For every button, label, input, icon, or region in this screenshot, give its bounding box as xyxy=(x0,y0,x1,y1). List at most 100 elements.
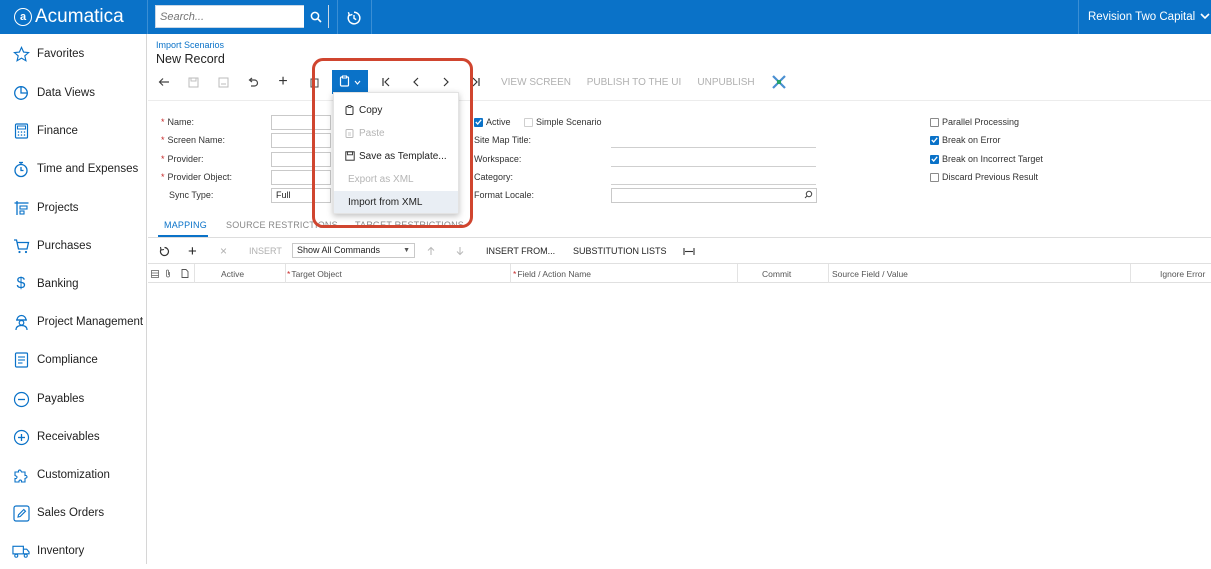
save-close-icon[interactable] xyxy=(214,70,232,94)
sidebar-item-projects[interactable]: Projects xyxy=(0,190,147,226)
menu-item-save-as-template[interactable]: Save as Template... xyxy=(334,145,458,167)
sidebar-item-data-views[interactable]: Data Views xyxy=(0,75,147,111)
copy-icon xyxy=(344,105,355,115)
search-box[interactable] xyxy=(155,5,329,28)
provider-field[interactable] xyxy=(271,152,331,167)
format-locale-field[interactable] xyxy=(611,188,817,203)
undo-icon[interactable] xyxy=(244,70,262,94)
minus-circle-icon xyxy=(12,390,30,408)
name-label: * Name: xyxy=(161,117,195,127)
brand-name: Acumatica xyxy=(35,6,124,27)
plus-circle-icon xyxy=(12,428,30,446)
sidebar-item-favorites[interactable]: Favorites xyxy=(0,36,147,72)
site-map-title-field[interactable] xyxy=(611,147,816,148)
name-field[interactable] xyxy=(271,115,331,130)
insert-button[interactable]: INSERT xyxy=(249,242,282,260)
insert-from-button[interactable]: INSERT FROM... xyxy=(486,242,555,260)
break-on-error-checkbox[interactable]: Break on Error xyxy=(930,135,1001,145)
customization-icon[interactable] xyxy=(768,70,790,94)
sidebar-item-label: Projects xyxy=(37,202,79,214)
add-row-icon[interactable]: + xyxy=(188,242,197,260)
tab-mapping[interactable]: MAPPING xyxy=(164,220,207,230)
column-separator xyxy=(828,264,829,283)
history-icon[interactable] xyxy=(343,7,365,29)
menu-item-label: Save as Template... xyxy=(359,150,447,162)
column-active[interactable]: Active xyxy=(221,264,244,283)
first-record-icon[interactable] xyxy=(378,70,394,94)
sidebar-item-label: Project Management xyxy=(37,316,144,328)
sidebar-item-sales-orders[interactable]: Sales Orders xyxy=(0,495,147,531)
parallel-processing-checkbox[interactable]: Parallel Processing xyxy=(930,117,1019,127)
category-field[interactable] xyxy=(611,184,816,185)
row-selector-icon[interactable] xyxy=(151,264,159,283)
tab-target-restrictions[interactable]: TARGET RESTRICTIONS xyxy=(355,220,464,230)
sidebar-item-purchases[interactable]: Purchases xyxy=(0,228,147,264)
column-source-field-value[interactable]: Source Field / Value xyxy=(832,264,908,283)
menu-item-copy[interactable]: Copy xyxy=(334,99,458,121)
sidebar-item-label: Banking xyxy=(37,278,79,290)
refresh-icon[interactable] xyxy=(159,242,170,260)
move-down-icon[interactable] xyxy=(456,242,464,260)
screen-name-field[interactable] xyxy=(271,133,331,148)
checkbox-checked-icon xyxy=(474,117,483,127)
substitution-lists-button[interactable]: SUBSTITUTION LISTS xyxy=(573,242,667,260)
view-screen-button[interactable]: VIEW SCREEN xyxy=(500,70,572,94)
save-icon[interactable] xyxy=(184,70,202,94)
sidebar-item-banking[interactable]: $ Banking xyxy=(0,266,147,302)
search-input[interactable] xyxy=(156,6,306,27)
note-icon[interactable] xyxy=(181,264,189,283)
attachment-icon[interactable] xyxy=(165,264,171,283)
delete-icon[interactable] xyxy=(308,70,320,94)
grid-header: Active * Target Object * Field / Action Na… xyxy=(148,263,1211,283)
breadcrumb[interactable]: Import Scenarios xyxy=(156,40,224,50)
delete-row-icon[interactable]: × xyxy=(220,242,227,260)
search-icon[interactable] xyxy=(804,190,813,203)
workspace-field[interactable] xyxy=(611,166,816,167)
commands-select[interactable]: Show All Commands ▼ xyxy=(292,243,415,258)
break-on-incorrect-target-checkbox[interactable]: Break on Incorrect Target xyxy=(930,154,1043,164)
column-target-object[interactable]: * Target Object xyxy=(287,264,342,283)
discard-previous-result-checkbox[interactable]: Discard Previous Result xyxy=(930,172,1038,182)
menu-item-paste[interactable]: Paste xyxy=(334,122,458,144)
unpublish-button[interactable]: UNPUBLISH xyxy=(696,70,756,94)
projects-icon xyxy=(12,199,30,217)
search-icon[interactable] xyxy=(304,5,328,28)
break-on-incorrect-target-label: Break on Incorrect Target xyxy=(942,154,1043,164)
active-checkbox[interactable]: Active xyxy=(474,117,511,127)
sidebar-item-compliance[interactable]: Compliance xyxy=(0,342,147,378)
column-ignore-error[interactable]: Ignore Error xyxy=(1160,264,1205,283)
pie-chart-icon xyxy=(12,84,30,102)
sidebar-item-project-management[interactable]: Project Management xyxy=(0,304,147,340)
sidebar-item-finance[interactable]: Finance xyxy=(0,113,147,149)
sync-type-select[interactable]: Full xyxy=(271,188,331,203)
tab-source-restrictions[interactable]: SOURCE RESTRICTIONS xyxy=(226,220,338,230)
fit-columns-icon[interactable] xyxy=(683,242,695,260)
sidebar-item-time-and-expenses[interactable]: Time and Expenses xyxy=(0,151,147,187)
previous-record-icon[interactable] xyxy=(408,70,424,94)
sidebar-item-label: Compliance xyxy=(37,354,98,366)
sidebar-item-label: Inventory xyxy=(37,545,85,557)
next-record-icon[interactable] xyxy=(438,70,454,94)
last-record-icon[interactable] xyxy=(468,70,484,94)
column-field-action-name[interactable]: * Field / Action Name xyxy=(513,264,591,283)
add-icon[interactable]: + xyxy=(274,70,292,94)
chevron-down-icon xyxy=(354,77,361,88)
menu-item-import-from-xml[interactable]: Import from XML xyxy=(334,191,458,213)
simple-scenario-checkbox[interactable]: Simple Scenario xyxy=(524,117,602,127)
menu-item-export-as-xml[interactable]: Export as XML xyxy=(334,168,458,190)
acumatica-logo[interactable]: a Acumatica xyxy=(0,0,147,34)
publish-button[interactable]: PUBLISH TO THE UI xyxy=(586,70,682,94)
column-commit[interactable]: Commit xyxy=(762,264,791,283)
sidebar-item-receivables[interactable]: Receivables xyxy=(0,419,147,455)
clipboard-icon xyxy=(339,75,350,90)
company-selector[interactable]: Revision Two Capital xyxy=(1078,0,1211,34)
sidebar-item-payables[interactable]: Payables xyxy=(0,381,147,417)
clipboard-menu-button[interactable] xyxy=(332,70,368,94)
move-up-icon[interactable] xyxy=(427,242,435,260)
sidebar-item-label: Sales Orders xyxy=(37,507,105,519)
provider-object-field[interactable] xyxy=(271,170,331,185)
workspace-label: Workspace: xyxy=(474,154,522,164)
sidebar-item-customization[interactable]: Customization xyxy=(0,457,147,493)
sidebar-item-label: Time and Expenses xyxy=(37,163,139,175)
back-arrow-icon[interactable] xyxy=(154,70,174,94)
